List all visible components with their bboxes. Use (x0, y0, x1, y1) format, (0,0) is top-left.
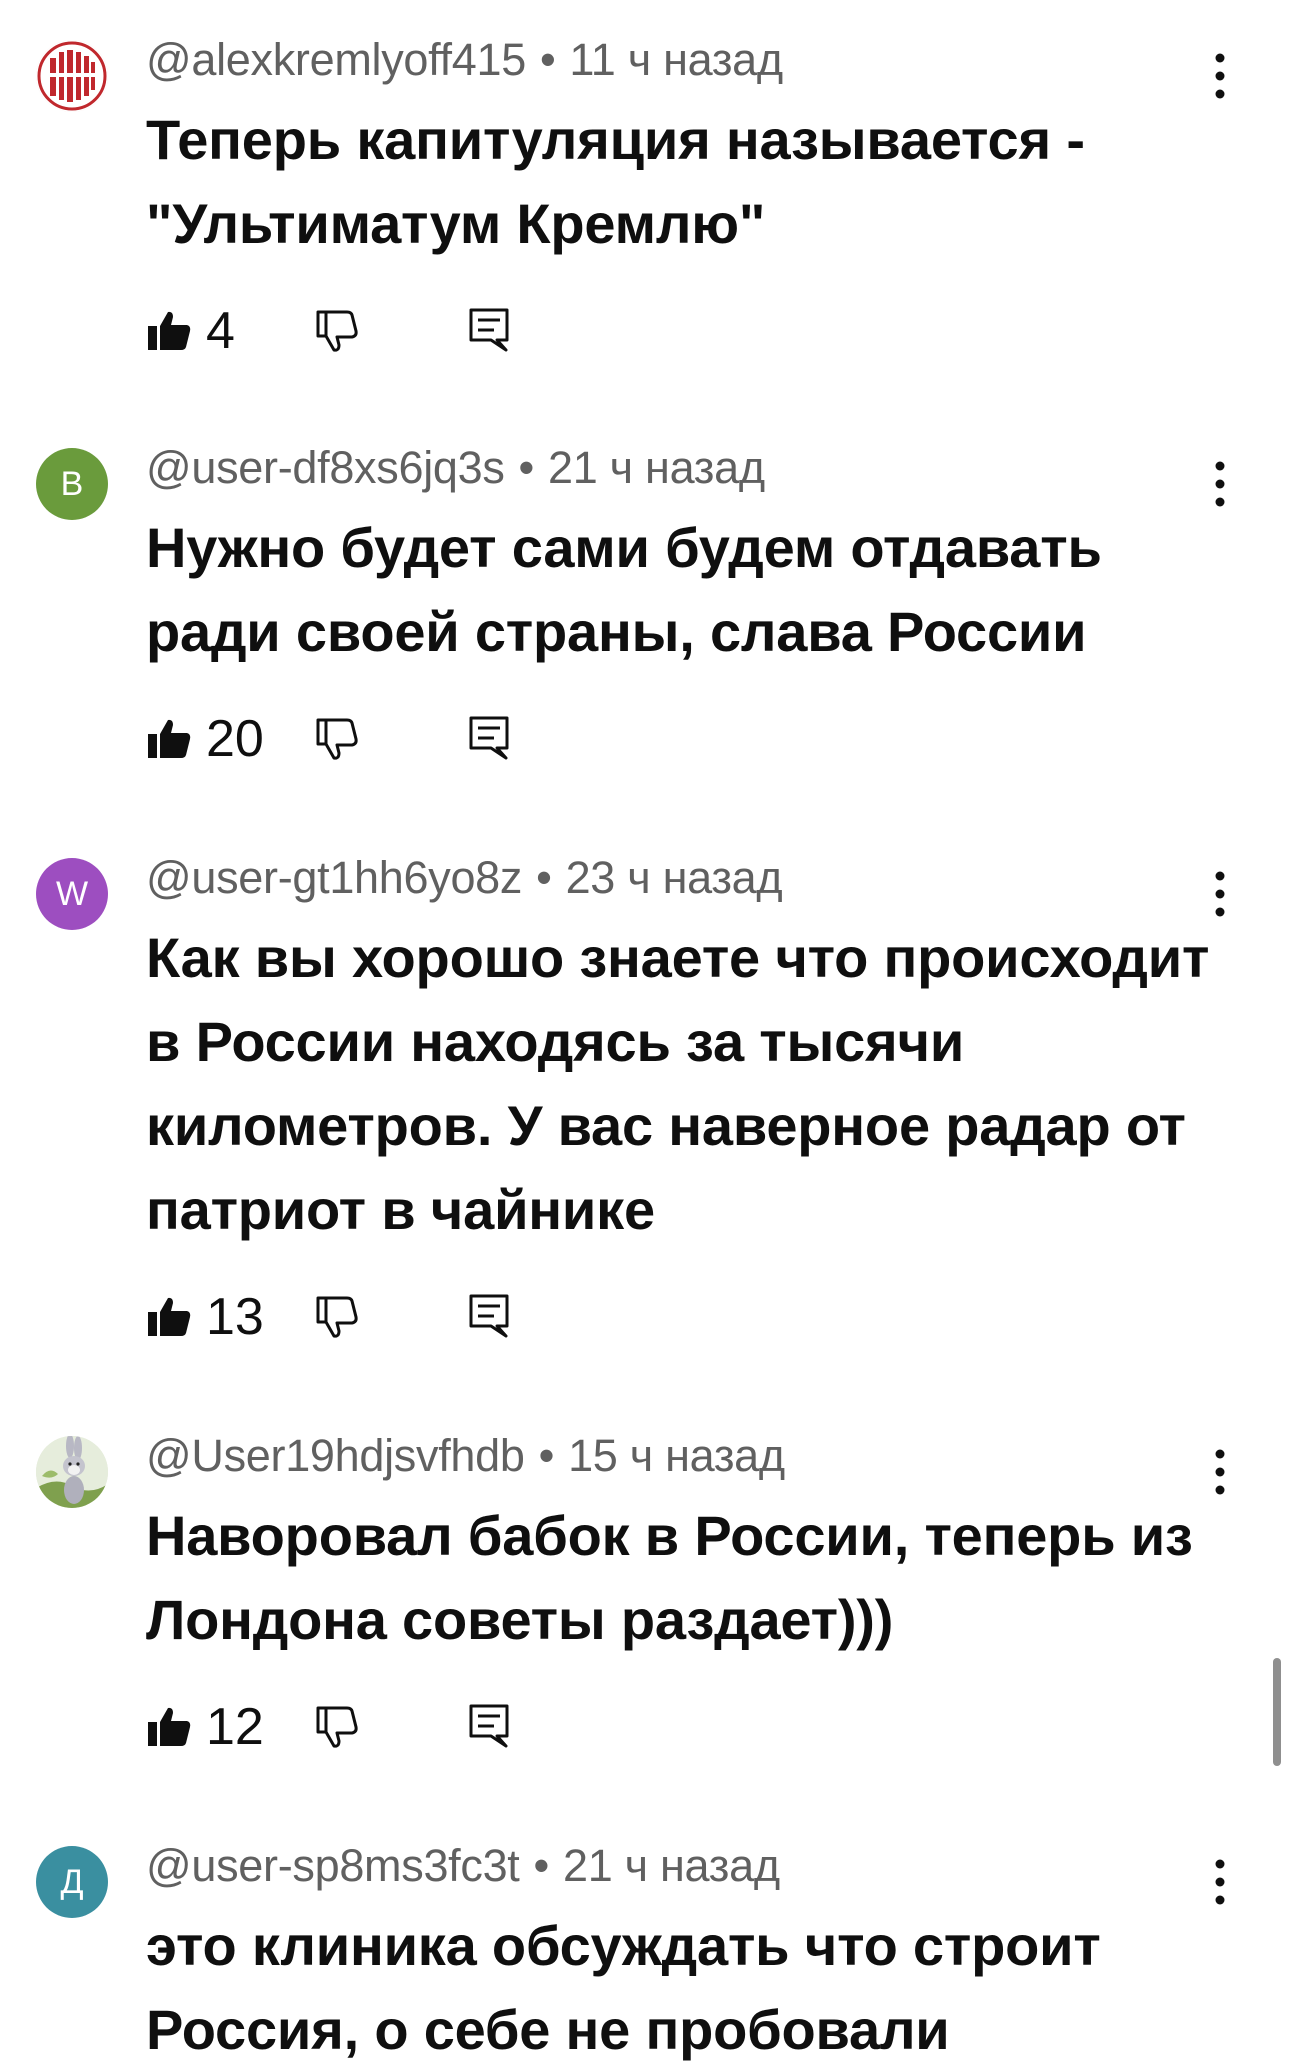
thumbs-down-outline-icon[interactable] (314, 308, 360, 354)
avatar[interactable] (36, 1436, 108, 1508)
comment-author[interactable]: @alexkremlyoff415 (146, 34, 526, 85)
thumbs-up-filled-icon[interactable] (146, 308, 192, 354)
comment-time[interactable]: 21 ч назад (563, 1840, 780, 1891)
comment-meta: @user-sp8ms3fc3t • 21 ч назад (146, 1840, 780, 1892)
like-count: 12 (206, 1698, 264, 1756)
comment-actions: 4 (146, 298, 706, 368)
comment-time[interactable]: 11 ч назад (569, 34, 783, 85)
rabbit-cartoon-avatar-icon (36, 1436, 108, 1508)
scrollbar[interactable] (1273, 1658, 1281, 1766)
like-count: 13 (206, 1288, 264, 1346)
comment-meta: @user-df8xs6jq3s • 21 ч назад (146, 442, 765, 494)
avatar-letter: W (55, 874, 89, 913)
comment-author[interactable]: @user-sp8ms3fc3t (146, 1840, 520, 1891)
meta-separator: • (538, 1430, 555, 1481)
more-vertical-icon[interactable] (1200, 1444, 1240, 1500)
comment-time[interactable]: 15 ч назад (568, 1430, 785, 1481)
avatar[interactable]: W (36, 858, 108, 930)
more-vertical-icon[interactable] (1200, 866, 1240, 922)
comment-actions: 13 (146, 1284, 706, 1354)
meta-separator: • (536, 852, 552, 903)
reply-comment-icon[interactable] (466, 1702, 512, 1750)
comment-meta: @alexkremlyoff415 • 11 ч назад (146, 34, 783, 86)
comment-meta: @User19hdjsvfhdb • 15 ч назад (146, 1430, 785, 1482)
avatar-letter: В (60, 464, 84, 503)
thumbs-up-filled-icon[interactable] (146, 1704, 192, 1750)
reply-comment-icon[interactable] (466, 714, 512, 762)
comment-text: Нужно будет сами будем отдавать ради сво… (146, 516, 1102, 663)
comment-time[interactable]: 21 ч назад (548, 442, 765, 493)
comment-text: Как вы хорошо знаете что происходит в Ро… (146, 926, 1210, 1241)
more-vertical-icon[interactable] (1200, 48, 1240, 104)
avatar-letter: Д (60, 1862, 84, 1901)
avatar[interactable]: Д (36, 1846, 108, 1918)
comment-text: Теперь капитуляция называется - "Ультима… (146, 108, 1085, 255)
emblem-avatar-icon (36, 40, 108, 112)
thumbs-down-outline-icon[interactable] (314, 1704, 360, 1750)
comment-actions: 20 (146, 706, 706, 776)
meta-separator: • (539, 34, 556, 85)
more-vertical-icon[interactable] (1200, 1854, 1240, 1910)
avatar[interactable] (36, 40, 108, 112)
comment-actions: 12 (146, 1694, 706, 1764)
avatar[interactable]: В (36, 448, 108, 520)
like-count: 4 (206, 302, 235, 360)
meta-separator: • (518, 442, 535, 493)
reply-comment-icon[interactable] (466, 306, 512, 354)
thumbs-down-outline-icon[interactable] (314, 1294, 360, 1340)
comment-author[interactable]: @User19hdjsvfhdb (146, 1430, 525, 1481)
reply-comment-icon[interactable] (466, 1292, 512, 1340)
thumbs-up-filled-icon[interactable] (146, 716, 192, 762)
comment-author[interactable]: @user-gt1hh6yo8z (146, 852, 522, 903)
comment-time[interactable]: 23 ч назад (566, 852, 783, 903)
more-vertical-icon[interactable] (1200, 456, 1240, 512)
meta-separator: • (533, 1840, 550, 1891)
comment-text: это клиника обсуждать что строит Россия,… (146, 1914, 1101, 2061)
like-count: 20 (206, 710, 264, 768)
comment-text: Наворовал бабок в России, теперь из Лонд… (146, 1504, 1193, 1651)
comment-author[interactable]: @user-df8xs6jq3s (146, 442, 505, 493)
comment-meta: @user-gt1hh6yo8z • 23 ч назад (146, 852, 783, 904)
thumbs-down-outline-icon[interactable] (314, 716, 360, 762)
thumbs-up-filled-icon[interactable] (146, 1294, 192, 1340)
